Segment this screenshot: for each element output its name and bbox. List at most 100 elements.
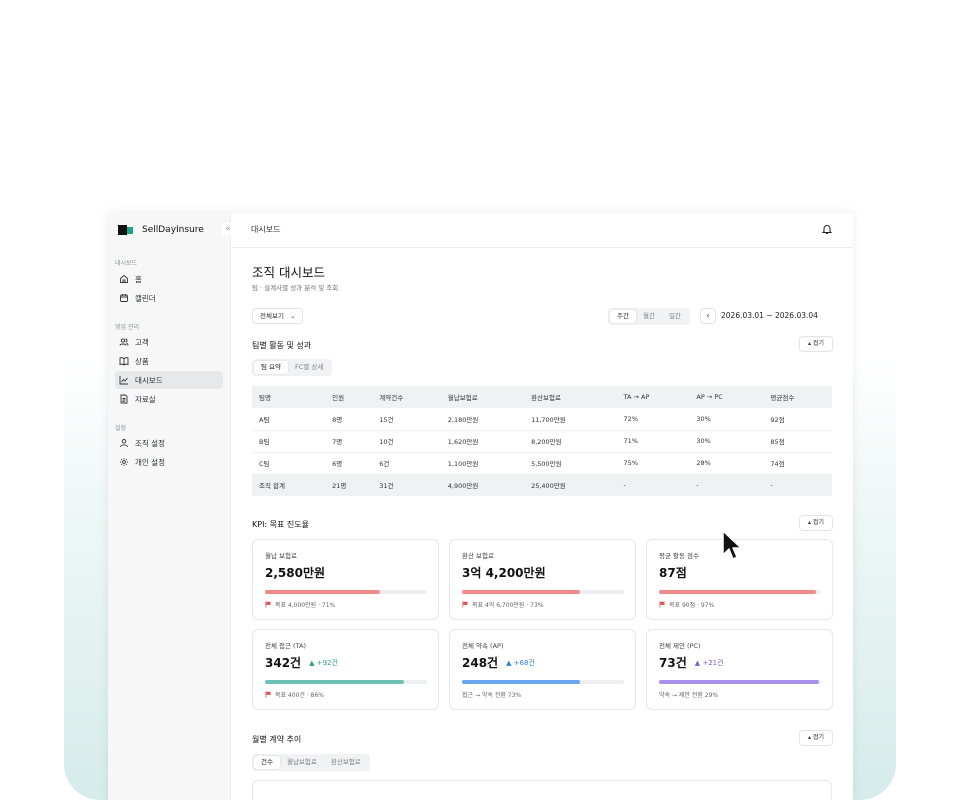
sidebar-item-label: 상품 [135, 356, 149, 366]
tab-fc-detail[interactable]: FC별 상세 [288, 361, 330, 374]
kpi-progress-fill [462, 680, 581, 684]
kpi-card[interactable]: 환산 보험료 3억 4,200만원 목표 4억 6,700만원 · 73% [449, 539, 636, 620]
kpi-footer: 접근 → 약속 전환 73% [462, 690, 521, 699]
kpi-value: 248건 [462, 656, 499, 670]
column-header: AP → PC [689, 386, 764, 408]
flag-icon [265, 691, 272, 698]
section-title-team: 팀별 활동 및 성과 [252, 341, 312, 350]
table-row[interactable]: A팀 8명 15건 2,180만원 11,700만원 72% 30% 92점 [252, 408, 832, 431]
sidebar-item-label: 홈 [135, 274, 142, 284]
table-cell: 8,200만원 [524, 430, 617, 453]
chevron-down-icon: ⌄ [290, 312, 296, 320]
date-range: 2026.03.01 ~ 2026.03.04 [721, 311, 818, 320]
period-option-daily[interactable]: 일간 [662, 310, 688, 323]
kpi-value-row: 73건 ▲ +21건 [659, 654, 724, 671]
sidebar-item-dashboard[interactable]: 대시보드 [115, 371, 223, 389]
kpi-progress-track [659, 590, 821, 594]
brand-name: SellDayInsure [142, 225, 204, 235]
gear-icon [120, 458, 128, 466]
tab-converted-premium[interactable]: 환산보험료 [324, 756, 368, 769]
kpi-footer-text: 목표 90점 · 97% [669, 602, 715, 609]
table-cell: 1,100만원 [440, 452, 525, 475]
kpi-delta: ▲ +68건 [506, 658, 535, 667]
tab-team-summary[interactable]: 팀 요약 [254, 361, 289, 374]
column-header: 인원 [325, 386, 373, 408]
kpi-value-row: 248건 ▲ +68건 [462, 654, 535, 671]
home-icon [120, 274, 128, 283]
sidebar-item-personal-settings[interactable]: 개인 설정 [115, 453, 223, 471]
table-header-row: 팀명 인원 계약건수 월납보험료 환산보험료 TA → AP AP → PC 평… [252, 386, 832, 408]
brand-logo-icon [118, 224, 134, 236]
sidebar-item-home[interactable]: 홈 [115, 270, 223, 288]
period-option-monthly[interactable]: 월간 [636, 310, 662, 323]
table-cell: 6명 [325, 452, 373, 475]
table-cell: 92점 [763, 408, 832, 431]
sidebar-item-calendar[interactable]: 캘린더 [115, 289, 223, 307]
view-select[interactable]: 전체보기 ⌄ [252, 308, 304, 324]
table-cell: 6건 [372, 452, 441, 475]
page-subtitle: 팀 · 설계사별 성과 분석 및 조회 [252, 284, 339, 292]
sidebar-section-label: 영업 관리 [115, 324, 139, 331]
kpi-footer-text: 목표 400건 · 86% [275, 692, 324, 699]
column-header: 환산보험료 [524, 386, 617, 408]
top-bar: 대시보드 [231, 213, 853, 248]
sidebar-item-label: 조직 설정 [135, 438, 165, 448]
monthly-chart-area [252, 780, 832, 800]
kpi-footer: 목표 90점 · 97% [659, 600, 714, 609]
sidebar-item-label: 자료실 [135, 394, 156, 404]
kpi-value: 2,580만원 [265, 566, 326, 580]
table-cell: - [763, 474, 832, 496]
kpi-card[interactable]: 월납 보험료 2,580만원 목표 4,000만원 · 71% [252, 539, 439, 620]
sidebar-item-products[interactable]: 상품 [115, 352, 223, 370]
period-option-weekly[interactable]: 주간 [610, 310, 636, 323]
caret-up-icon: ▴ [808, 734, 812, 741]
kpi-card[interactable]: 전체 접근 (TA) 342건 ▲ +92건 목표 400건 · 86% [252, 629, 439, 710]
table-row[interactable]: B팀 7명 10건 1,620만원 8,200만원 71% 30% 85점 [252, 430, 832, 453]
kpi-value: 87점 [659, 566, 687, 580]
fold-button-monthly[interactable]: ▴ 접기 [799, 730, 833, 746]
flag-icon [462, 601, 469, 608]
column-header: 계약건수 [372, 386, 441, 408]
monthly-tabs: 건수 월납보험료 환산보험료 [252, 754, 370, 771]
brand[interactable]: SellDayInsure [118, 222, 204, 238]
column-header: 평균점수 [763, 386, 832, 408]
column-header: 팀명 [252, 386, 326, 408]
kpi-footer-text: 목표 4억 6,700만원 · 73% [472, 602, 544, 609]
prev-period-button[interactable]: ‹ [700, 308, 716, 324]
kpi-value-row: 2,580만원 [265, 564, 325, 581]
fold-label: 접기 [812, 519, 824, 526]
mouse-cursor-icon [722, 530, 742, 560]
tab-count[interactable]: 건수 [254, 756, 280, 769]
fold-button-team[interactable]: ▴ 접기 [799, 336, 833, 352]
app-window: SellDayInsure « 대시보드 홈 캘린더 영업 관리 고객 상품 대… [108, 213, 853, 800]
table-cell: C팀 [252, 452, 326, 475]
document-icon [120, 394, 128, 404]
kpi-footer-text: 목표 4,000만원 · 71% [275, 602, 336, 609]
table-cell: - [616, 474, 690, 496]
sidebar-item-label: 개인 설정 [135, 457, 165, 467]
caret-up-icon: ▴ [808, 340, 812, 347]
kpi-value-row: 87점 [659, 564, 687, 581]
sidebar-item-org-settings[interactable]: 조직 설정 [115, 434, 223, 452]
table-cell: 4,900만원 [440, 474, 525, 496]
sidebar-item-customers[interactable]: 고객 [115, 333, 223, 351]
kpi-card[interactable]: 전체 약속 (AP) 248건 ▲ +68건 접근 → 약속 전환 73% [449, 629, 636, 710]
kpi-value: 73건 [659, 656, 687, 670]
kpi-footer: 목표 400건 · 86% [265, 690, 324, 699]
fold-button-kpi[interactable]: ▴ 접기 [799, 515, 833, 531]
kpi-progress-track [462, 680, 624, 684]
kpi-progress-track [462, 590, 624, 594]
page-title: 조직 대시보드 [252, 265, 325, 280]
table-cell: 15건 [372, 408, 441, 431]
kpi-delta: ▲ +92건 [309, 658, 338, 667]
table-cell: 28% [689, 452, 764, 475]
kpi-footer-text: 약속 → 제안 전환 29% [659, 692, 719, 699]
kpi-value: 3억 4,200만원 [462, 566, 546, 580]
team-table: 팀명 인원 계약건수 월납보험료 환산보험료 TA → AP AP → PC 평… [252, 386, 832, 496]
table-row[interactable]: C팀 6명 6건 1,100만원 5,500만원 75% 28% 74점 [252, 452, 832, 475]
bell-icon[interactable] [821, 223, 833, 235]
chart-line-icon [119, 376, 128, 385]
sidebar-item-library[interactable]: 자료실 [115, 390, 223, 408]
tab-monthly-premium[interactable]: 월납보험료 [280, 756, 324, 769]
kpi-card[interactable]: 전체 제안 (PC) 73건 ▲ +21건 약속 → 제안 전환 29% [646, 629, 833, 710]
